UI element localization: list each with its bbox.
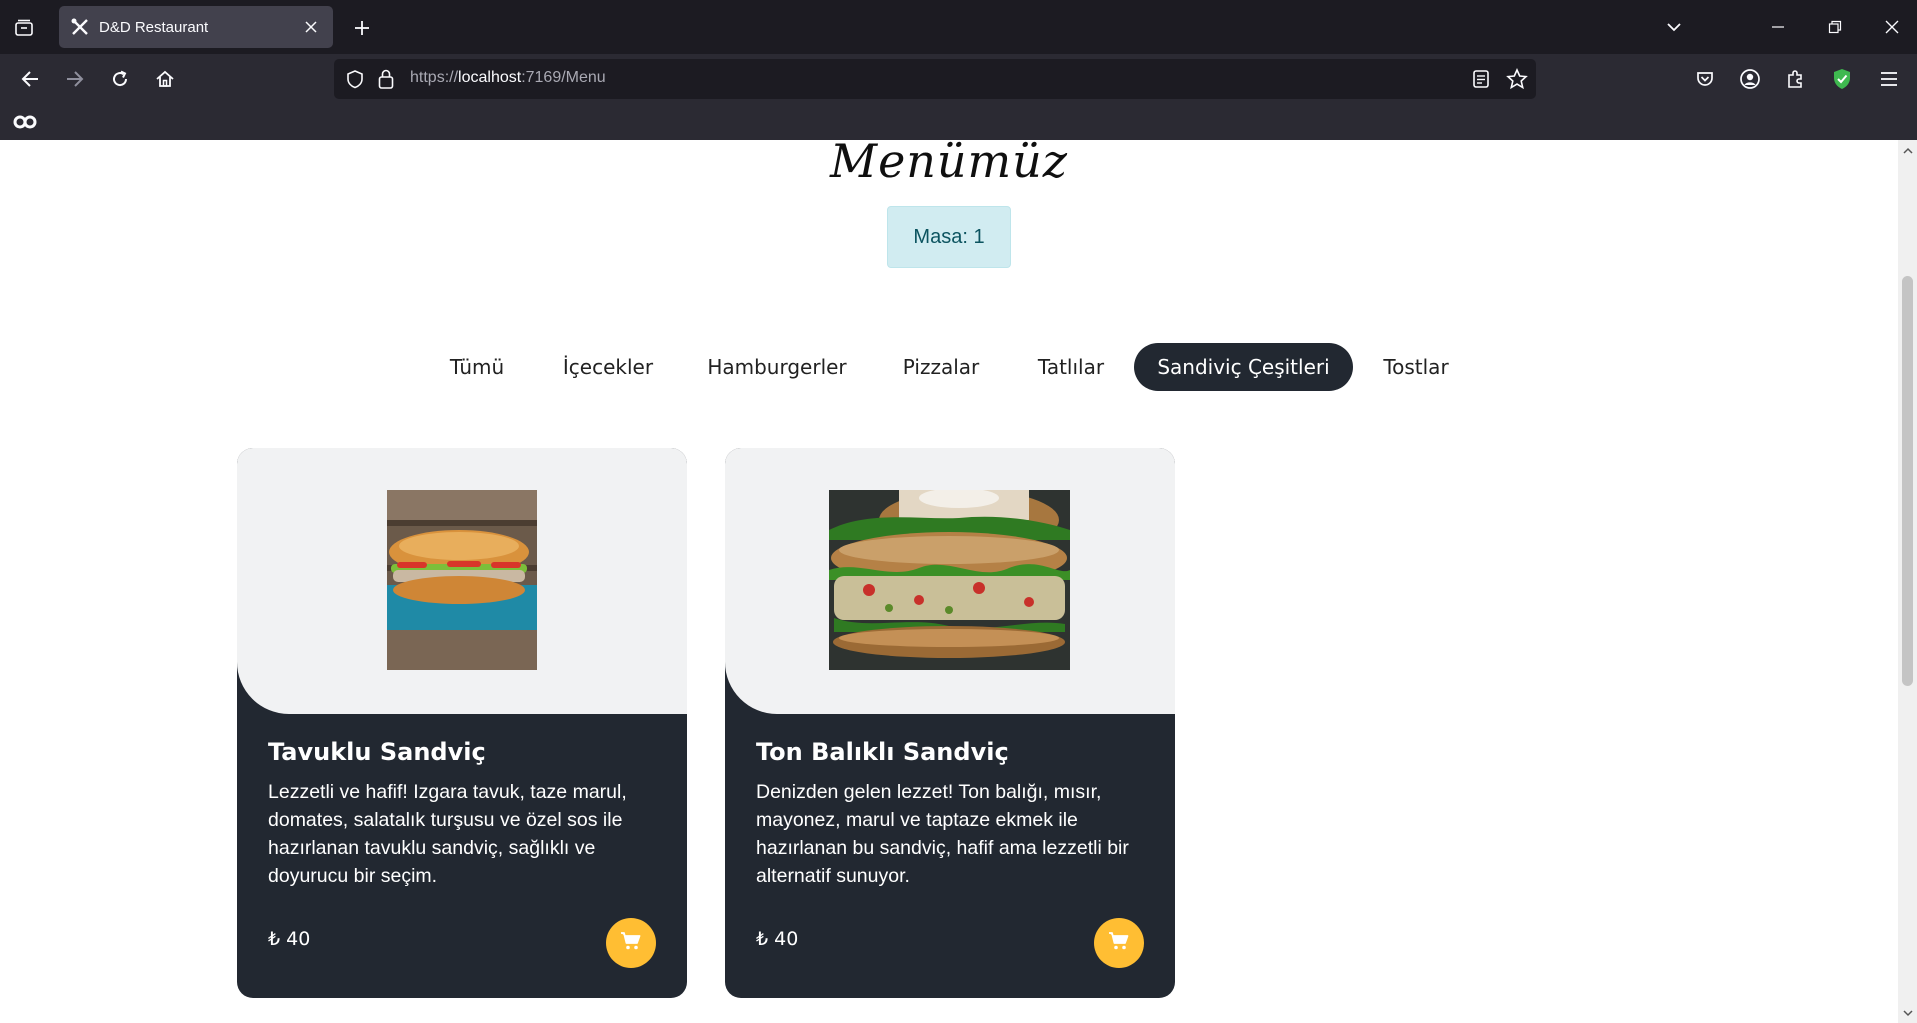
product-name: Tavuklu Sandviç bbox=[268, 738, 486, 766]
product-description: Lezzetli ve hafif! Izgara tavuk, taze ma… bbox=[268, 781, 627, 887]
tab-overflow-chevron-icon[interactable] bbox=[1659, 12, 1689, 42]
address-bar[interactable]: https://localhost:7169/Menu bbox=[334, 59, 1536, 99]
private-mask-icon[interactable] bbox=[13, 113, 37, 135]
add-to-cart-button[interactable] bbox=[1094, 918, 1144, 968]
restaurant-utensils-icon bbox=[69, 16, 91, 38]
reader-view-icon[interactable] bbox=[1472, 69, 1490, 93]
page-title: Menümüz bbox=[829, 140, 1069, 188]
url-text[interactable]: https://localhost:7169/Menu bbox=[410, 69, 606, 87]
tracking-shield-icon[interactable] bbox=[345, 69, 365, 93]
menu-page: Menümüz Masa: 1 Tümü İçecekler Hamburger… bbox=[0, 140, 1898, 1023]
minimize-icon[interactable] bbox=[1763, 12, 1793, 42]
hamburger-menu-icon[interactable] bbox=[1874, 64, 1904, 94]
product-name: Ton Balıklı Sandviç bbox=[756, 738, 1009, 766]
url-scheme: https:// bbox=[410, 69, 459, 86]
filter-toasts[interactable]: Tostlar bbox=[1368, 343, 1464, 391]
scrollbar-thumb[interactable] bbox=[1902, 276, 1913, 686]
browser-tab-active[interactable]: D&D Restaurant bbox=[59, 6, 333, 48]
tab-title: D&D Restaurant bbox=[99, 18, 209, 36]
add-to-cart-button[interactable] bbox=[606, 918, 656, 968]
bookmarks-toolbar bbox=[0, 104, 1917, 140]
filter-sandwiches[interactable]: Sandiviç Çeşitleri bbox=[1134, 343, 1353, 391]
product-details: Tavuklu Sandviç Lezzetli ve hafif! Izgar… bbox=[268, 738, 660, 890]
url-path: :7169/Menu bbox=[521, 69, 606, 86]
navigation-toolbar: https://localhost:7169/Menu bbox=[0, 54, 1917, 104]
product-description: Denizden gelen lezzet! Ton balığı, mısır… bbox=[756, 781, 1129, 887]
account-icon[interactable] bbox=[1735, 64, 1765, 94]
chicken-sandwich-photo bbox=[387, 490, 537, 670]
back-arrow-icon[interactable] bbox=[15, 64, 45, 94]
pocket-icon[interactable] bbox=[1690, 64, 1720, 94]
restore-window-icon[interactable] bbox=[1820, 12, 1850, 42]
home-icon[interactable] bbox=[150, 64, 180, 94]
category-filter-bar: Tümü İçecekler Hamburgerler Pizzalar Tat… bbox=[0, 343, 1898, 391]
extensions-puzzle-icon[interactable] bbox=[1780, 64, 1810, 94]
filter-hamburgers[interactable]: Hamburgerler bbox=[692, 343, 862, 391]
tab-bar: D&D Restaurant bbox=[0, 0, 1917, 54]
new-tab-icon[interactable] bbox=[347, 13, 377, 43]
table-number-badge: Masa: 1 bbox=[887, 206, 1011, 268]
product-image-area bbox=[725, 448, 1175, 714]
scroll-up-arrow-icon[interactable] bbox=[1902, 144, 1913, 156]
filter-drinks[interactable]: İçecekler bbox=[549, 343, 667, 391]
url-host: localhost bbox=[458, 69, 522, 86]
product-details: Ton Balıklı Sandviç Denizden gelen lezze… bbox=[756, 738, 1148, 890]
shopping-cart-icon bbox=[620, 931, 642, 955]
filter-all[interactable]: Tümü bbox=[430, 343, 524, 391]
filter-desserts[interactable]: Tatlılar bbox=[1020, 343, 1122, 391]
filter-pizzas[interactable]: Pizzalar bbox=[887, 343, 995, 391]
scroll-down-arrow-icon[interactable] bbox=[1902, 1007, 1913, 1019]
product-price: ₺ 40 bbox=[756, 928, 799, 950]
close-tab-icon[interactable] bbox=[299, 15, 323, 39]
lock-icon[interactable] bbox=[377, 68, 395, 94]
close-window-icon[interactable] bbox=[1877, 12, 1907, 42]
tab-list-icon[interactable] bbox=[10, 14, 38, 42]
tuna-sandwich-photo bbox=[829, 490, 1070, 670]
forward-arrow-icon[interactable] bbox=[60, 64, 90, 94]
browser-chrome: D&D Restaurant https://localhost:7169/Me… bbox=[0, 0, 1917, 140]
bookmark-star-icon[interactable] bbox=[1506, 68, 1528, 94]
page-scrollbar[interactable] bbox=[1898, 140, 1917, 1023]
product-price: ₺ 40 bbox=[268, 928, 311, 950]
security-extension-shield-icon[interactable] bbox=[1827, 64, 1857, 94]
product-image-area bbox=[237, 448, 687, 714]
product-card: Ton Balıklı Sandviç Denizden gelen lezze… bbox=[725, 448, 1175, 998]
shopping-cart-icon bbox=[1108, 931, 1130, 955]
product-card: Tavuklu Sandviç Lezzetli ve hafif! Izgar… bbox=[237, 448, 687, 998]
reload-icon[interactable] bbox=[105, 64, 135, 94]
